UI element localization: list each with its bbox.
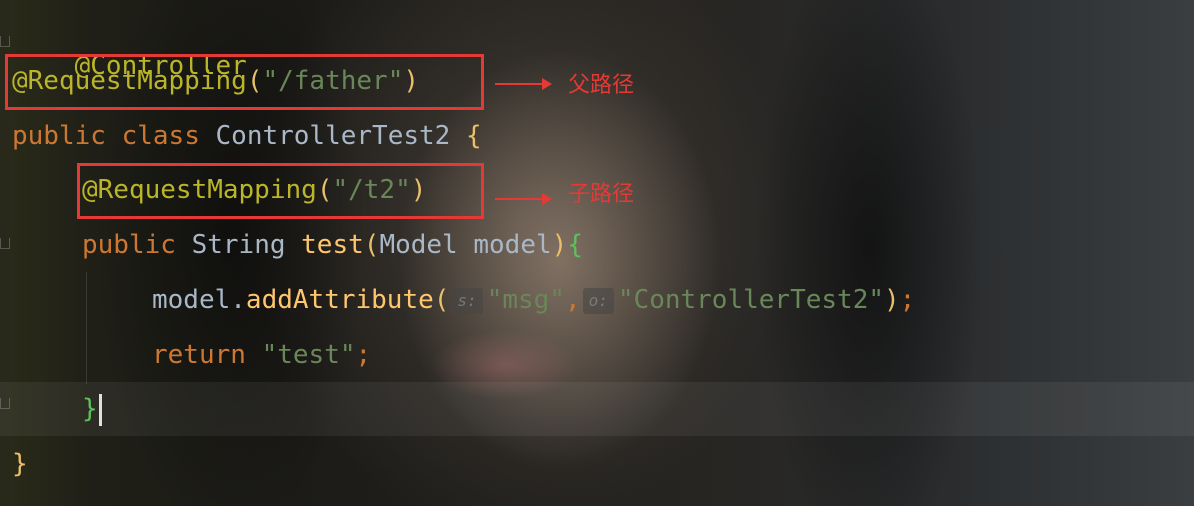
type-token: String [191, 230, 286, 260]
brace-token: { [465, 121, 482, 151]
brace-token: { [567, 230, 583, 260]
code-line[interactable]: public class ControllerTest2 { [12, 116, 482, 156]
brace-token: } [82, 394, 98, 424]
parameter-token: model [473, 230, 552, 260]
class-name-token: ControllerTest2 [215, 121, 451, 151]
string-token: "test" [261, 340, 356, 370]
code-line[interactable]: return "test"; [152, 335, 371, 375]
string-token: "ControllerTest2" [617, 285, 884, 315]
current-line-highlight [0, 382, 1194, 436]
string-token: "msg" [486, 285, 565, 315]
keyword-token: return [152, 340, 246, 370]
code-line[interactable]: public String test(Model model){ [82, 225, 583, 265]
comma-token: , [564, 285, 581, 315]
arrow-icon [495, 78, 552, 90]
keyword-token: class [121, 121, 200, 151]
parent-path-highlight-box [5, 54, 484, 110]
paren-token: ( [363, 230, 380, 260]
method-name-token: test [301, 230, 364, 260]
code-editor[interactable]: @Controller @RequestMapping("/father") p… [0, 0, 1194, 506]
code-line[interactable]: @Controller [12, 6, 247, 81]
parameter-hint: o: [582, 287, 614, 314]
method-name-token: addAttribute [245, 285, 434, 315]
keyword-token: public [12, 121, 106, 151]
keyword-token: public [82, 230, 176, 260]
semicolon-token: ; [899, 285, 916, 315]
arrow-icon [495, 193, 552, 205]
code-line[interactable]: model.addAttribute(s: "msg", o: "Controller… [152, 280, 915, 320]
child-path-label: 子路径 [568, 182, 635, 207]
code-line[interactable]: } [82, 389, 102, 429]
type-token: Model [379, 230, 458, 260]
paren-token: ( [433, 285, 450, 315]
parent-path-label: 父路径 [568, 73, 635, 98]
fold-icon[interactable] [0, 36, 10, 47]
parameter-hint: s: [451, 287, 483, 314]
child-path-highlight-box [77, 163, 484, 219]
text-caret [98, 393, 102, 426]
paren-token: ) [884, 285, 900, 315]
object-token: model. [152, 285, 246, 315]
indent-guide [86, 272, 87, 384]
paren-token: ) [551, 230, 568, 260]
code-line[interactable]: } [12, 444, 28, 484]
semicolon-token: ; [355, 340, 372, 370]
fold-icon[interactable] [0, 238, 10, 249]
brace-token: } [12, 449, 28, 479]
